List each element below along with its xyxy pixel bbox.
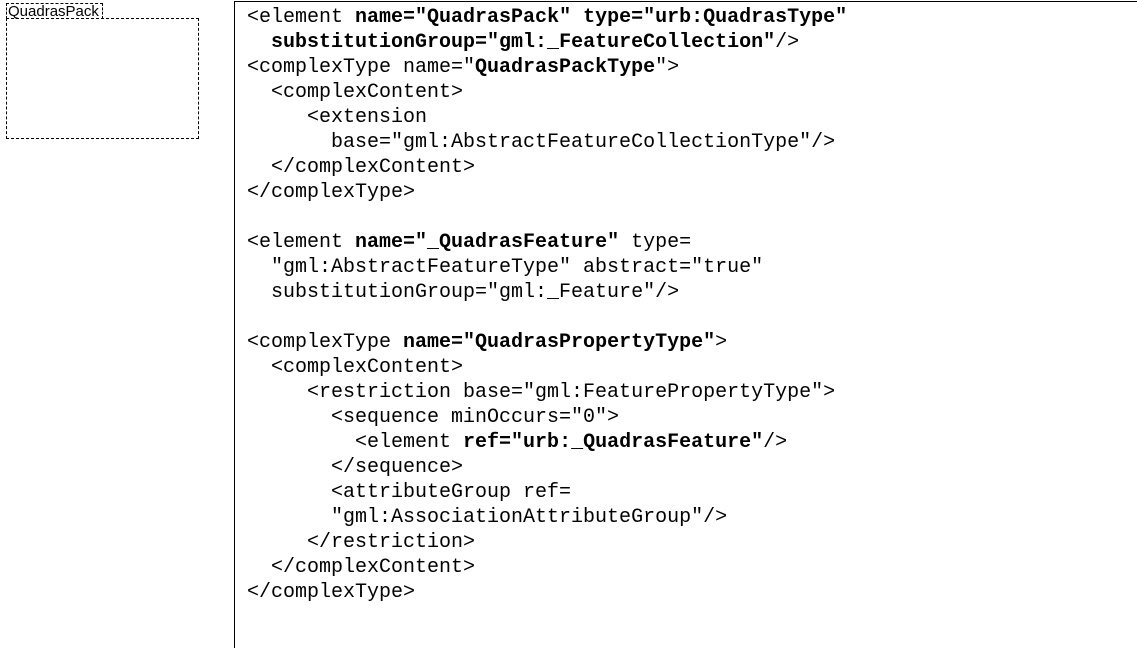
code-token-bold: name="_QuadrasFeature" <box>355 231 620 254</box>
code-line: <restriction base="gml:FeaturePropertyTy… <box>247 380 847 405</box>
code-line: </restriction> <box>247 530 847 555</box>
code-lines: <element name="QuadrasPack" type="urb:Qu… <box>247 5 847 605</box>
code-token: <restriction base="gml:FeaturePropertyTy… <box>247 381 836 404</box>
code-line: base="gml:AbstractFeatureCollectionType"… <box>247 130 847 155</box>
code-token: type= <box>619 231 692 254</box>
code-token: </complexContent> <box>247 156 476 179</box>
code-token: <complexContent> <box>247 81 464 104</box>
code-line: </sequence> <box>247 455 847 480</box>
code-token: <complexContent> <box>247 356 464 379</box>
code-line: <element ref="urb:_QuadrasFeature"/> <box>247 430 847 455</box>
code-line: </complexType> <box>247 180 847 205</box>
code-token-bold: name="QuadrasPack" type="urb:QuadrasType… <box>355 6 848 29</box>
code-token-bold: QuadrasPackType <box>475 56 656 79</box>
code-line: <element name="QuadrasPack" type="urb:Qu… <box>247 5 847 30</box>
package-box <box>6 18 199 139</box>
code-line: "gml:AbstractFeatureType" abstract="true… <box>247 255 847 280</box>
code-token: substitutionGroup="gml:_Feature"/> <box>247 281 680 304</box>
code-token: > <box>715 331 728 354</box>
code-token: /> <box>775 31 800 54</box>
code-token: <extension <box>247 106 428 129</box>
code-token: <complexType <box>247 331 404 354</box>
code-line: <complexType name="QuadrasPackType"> <box>247 55 847 80</box>
code-line: "gml:AssociationAttributeGroup"/> <box>247 505 847 530</box>
code-token: <complexType name=" <box>247 56 476 79</box>
code-token: /> <box>763 431 788 454</box>
code-token: <element <box>247 6 356 29</box>
code-line: </complexContent> <box>247 555 847 580</box>
code-line: <complexContent> <box>247 355 847 380</box>
code-token: "gml:AbstractFeatureType" abstract="true… <box>247 256 764 279</box>
code-token-bold: substitutionGroup="gml:_FeatureCollectio… <box>271 31 776 54</box>
code-line: <complexType name="QuadrasPropertyType"> <box>247 330 847 355</box>
code-token: <sequence minOccurs="0"> <box>247 406 620 429</box>
code-token: </complexType> <box>247 581 416 604</box>
code-token: </complexContent> <box>247 556 476 579</box>
code-line: <element name="_QuadrasFeature" type= <box>247 230 847 255</box>
code-line: <sequence minOccurs="0"> <box>247 405 847 430</box>
code-token: <attributeGroup ref= <box>247 481 572 504</box>
code-line: substitutionGroup="gml:_Feature"/> <box>247 280 847 305</box>
code-line: <attributeGroup ref= <box>247 480 847 505</box>
code-token: </sequence> <box>247 456 464 479</box>
code-line: <complexContent> <box>247 80 847 105</box>
code-token-bold: ref="urb:_QuadrasFeature" <box>463 431 764 454</box>
code-line: </complexType> <box>247 580 847 605</box>
package-tab: QuadrasPack <box>6 3 103 19</box>
code-token: <element <box>247 431 464 454</box>
code-token: "gml:AssociationAttributeGroup"/> <box>247 506 728 529</box>
code-token-bold: name="QuadrasPropertyType" <box>403 331 716 354</box>
code-line: <extension <box>247 105 847 130</box>
code-token: </restriction> <box>247 531 476 554</box>
code-token: <element <box>247 231 356 254</box>
code-token: base="gml:AbstractFeatureCollectionType"… <box>247 131 836 154</box>
code-token: "> <box>655 56 680 79</box>
code-line: </complexContent> <box>247 155 847 180</box>
code-line: substitutionGroup="gml:_FeatureCollectio… <box>247 30 847 55</box>
xml-schema-code-panel: <element name="QuadrasPack" type="urb:Qu… <box>234 1 1137 648</box>
code-token: </complexType> <box>247 181 416 204</box>
